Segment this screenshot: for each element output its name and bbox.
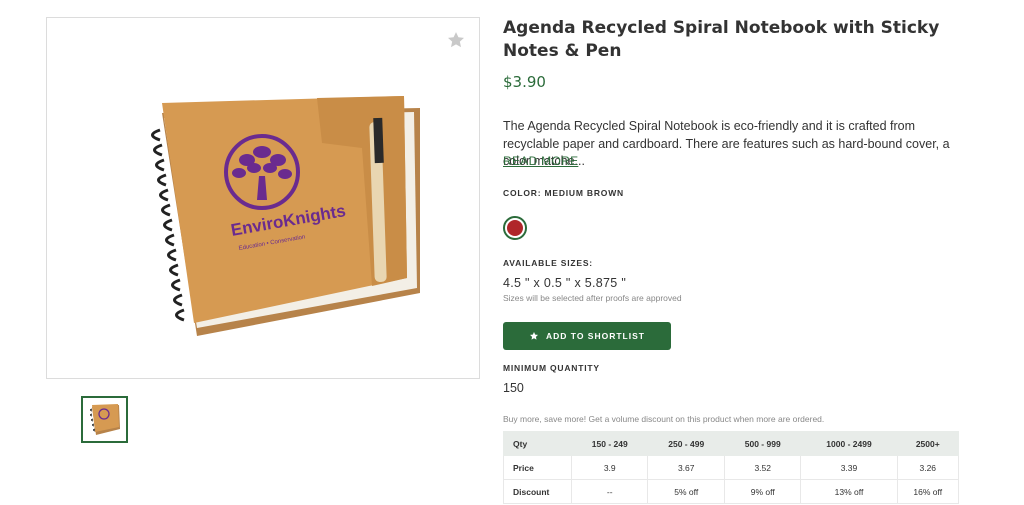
header-cell: 1000 - 2499 bbox=[800, 431, 898, 456]
shortlist-label: ADD TO SHORTLIST bbox=[546, 331, 645, 341]
table-cell: 16% off bbox=[896, 479, 960, 504]
table-cell: Price bbox=[503, 455, 572, 480]
notebook-illustration: EnviroKnights Education • Conservation bbox=[151, 96, 420, 336]
table-cell: 9% off bbox=[723, 479, 802, 504]
table-cell: 13% off bbox=[800, 479, 898, 504]
available-sizes-label: AVAILABLE SIZES: bbox=[503, 258, 593, 268]
color-label: COLOR: MEDIUM BROWN bbox=[503, 188, 624, 198]
table-cell: 3.67 bbox=[647, 455, 725, 480]
header-cell: 500 - 999 bbox=[723, 431, 802, 456]
pricing-table: Qty 150 - 249 250 - 499 500 - 999 1000 -… bbox=[503, 431, 960, 504]
add-to-shortlist-button[interactable]: ADD TO SHORTLIST bbox=[503, 322, 671, 350]
size-value: 4.5 " x 0.5 " x 5.875 " bbox=[503, 276, 627, 290]
product-price: $3.90 bbox=[503, 73, 546, 91]
color-swatch-medium-brown[interactable] bbox=[503, 216, 527, 240]
table-cell: 5% off bbox=[647, 479, 725, 504]
read-more-link[interactable]: READ MORE bbox=[503, 154, 578, 168]
volume-discount-note: Buy more, save more! Get a volume discou… bbox=[503, 414, 825, 424]
min-quantity-value: 150 bbox=[503, 381, 524, 395]
table-row: Price 3.9 3.67 3.52 3.39 3.26 bbox=[503, 455, 960, 480]
header-cell: 150 - 249 bbox=[570, 431, 649, 456]
table-cell: 3.52 bbox=[723, 455, 802, 480]
header-cell: 2500+ bbox=[896, 431, 960, 456]
table-cell: 3.26 bbox=[896, 455, 960, 480]
min-quantity-label: MINIMUM QUANTITY bbox=[503, 363, 600, 373]
header-cell: Qty bbox=[503, 431, 572, 456]
swatch-fill bbox=[507, 220, 523, 236]
thumbnail-notebook-image bbox=[90, 404, 120, 435]
table-row: Discount -- 5% off 9% off 13% off 16% of… bbox=[503, 479, 960, 504]
product-main-image: EnviroKnights Education • Conservation bbox=[46, 17, 480, 379]
size-note: Sizes will be selected after proofs are … bbox=[503, 293, 682, 303]
table-cell: Discount bbox=[503, 479, 572, 504]
favorite-star-icon[interactable] bbox=[446, 30, 466, 50]
star-icon bbox=[530, 332, 539, 340]
product-thumbnail[interactable] bbox=[81, 396, 128, 443]
table-cell: 3.39 bbox=[800, 455, 898, 480]
product-title: Agenda Recycled Spiral Notebook with Sti… bbox=[503, 18, 940, 61]
pricing-header-row: Qty 150 - 249 250 - 499 500 - 999 1000 -… bbox=[503, 431, 960, 456]
header-cell: 250 - 499 bbox=[647, 431, 725, 456]
table-cell: -- bbox=[570, 479, 649, 504]
table-cell: 3.9 bbox=[570, 455, 649, 480]
